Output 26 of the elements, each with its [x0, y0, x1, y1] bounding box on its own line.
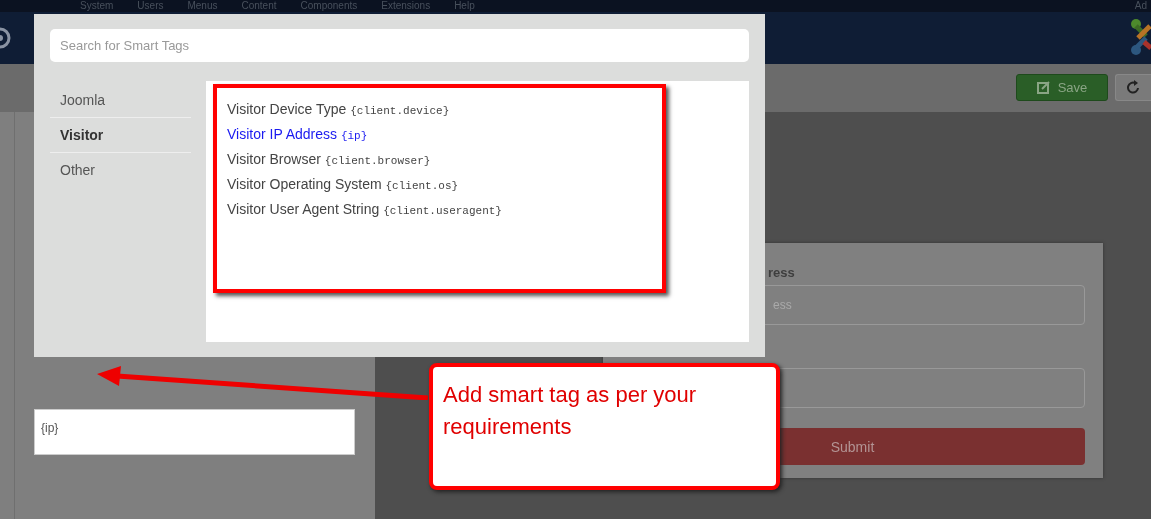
menu-item[interactable]: Menus — [187, 1, 218, 11]
redo-button[interactable] — [1115, 73, 1151, 101]
search-field[interactable]: Search for Smart Tags — [50, 29, 749, 62]
menu-item[interactable]: Extensions — [381, 1, 431, 11]
tag-item[interactable]: Visitor Operating System {client.os} — [227, 176, 652, 201]
menu-item[interactable]: Users — [137, 1, 164, 11]
callout-tooltip: Add smart tag as per your requirements — [429, 363, 780, 490]
text-area[interactable]: {ip} — [34, 409, 355, 455]
menu-item[interactable]: Help — [454, 1, 475, 11]
tag-item[interactable]: Visitor User Agent String {client.useragent} — [227, 201, 652, 226]
field-label: ress — [768, 265, 795, 282]
redo-icon — [1126, 80, 1141, 94]
edit-icon — [1036, 80, 1050, 94]
text-area-value: {ip} — [41, 421, 59, 435]
menu-item[interactable]: System — [80, 1, 114, 11]
tag-item[interactable]: Visitor IP Address {ip} — [227, 126, 652, 151]
save-button[interactable]: Save — [1016, 73, 1108, 101]
category-item[interactable]: Other — [60, 162, 95, 178]
tag-item[interactable]: Visitor Device Type {client.device} — [227, 101, 652, 126]
logo-icon — [1130, 18, 1151, 58]
user-menu[interactable]: Ad — [1134, 1, 1147, 11]
category-item[interactable]: Visitor — [60, 127, 104, 143]
menu-item[interactable]: Components — [300, 1, 358, 11]
category-item[interactable]: Joomla — [60, 92, 106, 108]
tag-item[interactable]: Visitor Browser {client.browser} — [227, 151, 652, 176]
menu-item[interactable]: Content — [241, 1, 277, 11]
